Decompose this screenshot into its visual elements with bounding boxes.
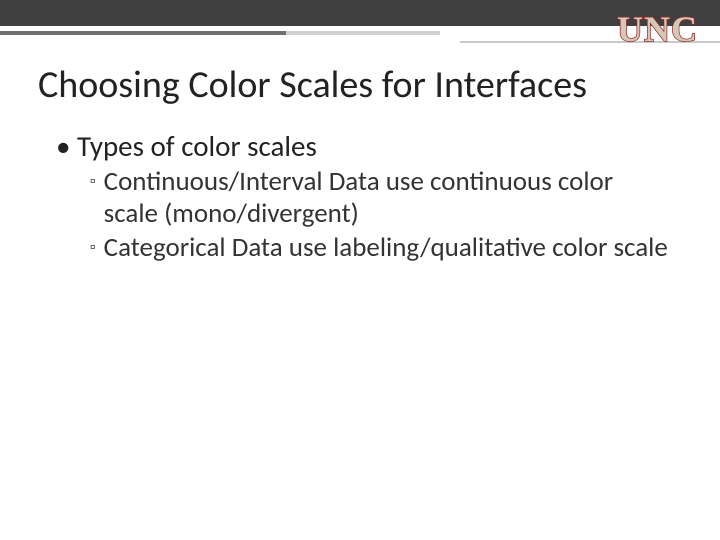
unc-logo: UNC bbox=[617, 8, 698, 50]
sub-bullet-text: Continuous/Interval Data use continuous … bbox=[104, 166, 670, 230]
square-bullet-icon: ▫ bbox=[90, 232, 96, 264]
header-bar bbox=[0, 0, 720, 26]
sub-bullet-continuous: ▫ Continuous/Interval Data use continuou… bbox=[90, 166, 670, 230]
sub-bullet-categorical: ▫ Categorical Data use labeling/qualitat… bbox=[90, 232, 670, 264]
slide-content: Types of color scales ▫ Continuous/Inter… bbox=[56, 128, 670, 266]
sub-bullet-list: ▫ Continuous/Interval Data use continuou… bbox=[90, 166, 670, 264]
slide-title: Choosing Color Scales for Interfaces bbox=[38, 62, 587, 108]
bullet-types-of-color-scales: Types of color scales bbox=[56, 128, 670, 164]
accent-line-left bbox=[0, 31, 440, 35]
sub-bullet-text: Categorical Data use labeling/qualitativ… bbox=[104, 232, 670, 264]
square-bullet-icon: ▫ bbox=[90, 166, 96, 230]
